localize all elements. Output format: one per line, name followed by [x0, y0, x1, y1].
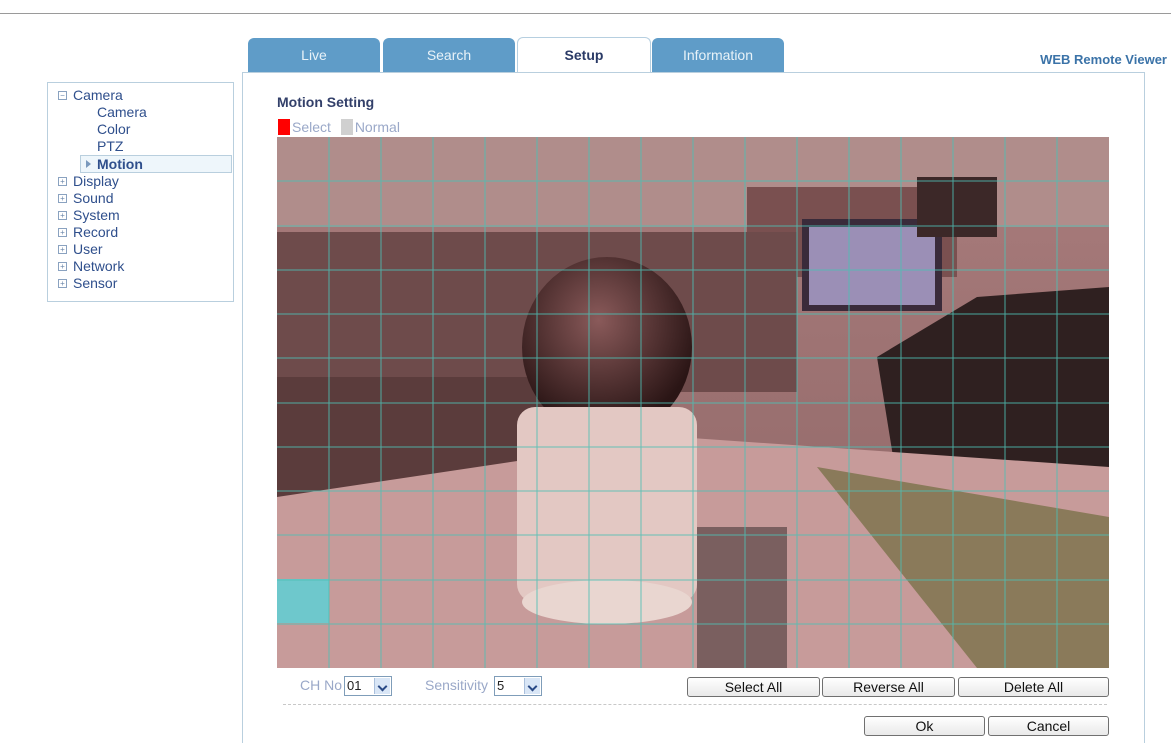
- tab-setup[interactable]: Setup: [517, 37, 651, 73]
- legend: Select Normal: [278, 119, 406, 135]
- select-all-button[interactable]: Select All: [687, 677, 820, 697]
- tab-live[interactable]: Live: [248, 38, 380, 72]
- divider: [283, 704, 1107, 705]
- sidebar-item-system[interactable]: + System: [48, 207, 233, 224]
- ch-label: CH No: [300, 677, 343, 693]
- sidebar-item-camera[interactable]: − Camera: [48, 87, 233, 104]
- sidebar-item-label: Sensor: [73, 275, 118, 291]
- sidebar-item-label: User: [73, 241, 103, 257]
- sidebar-item-label: System: [73, 207, 120, 223]
- expand-icon: +: [58, 177, 67, 186]
- motion-area-grid[interactable]: [277, 137, 1109, 668]
- sidebar-subitem-motion[interactable]: Motion: [80, 155, 232, 173]
- reverse-all-button[interactable]: Reverse All: [822, 677, 955, 697]
- sidebar-item-network[interactable]: + Network: [48, 258, 233, 275]
- normal-swatch: [340, 119, 353, 135]
- sidebar-item-sound[interactable]: + Sound: [48, 190, 233, 207]
- sidebar-item-user[interactable]: + User: [48, 241, 233, 258]
- expand-icon: +: [58, 194, 67, 203]
- sidebar-item-record[interactable]: + Record: [48, 224, 233, 241]
- ok-button[interactable]: Ok: [864, 716, 985, 736]
- sensitivity-value: 5: [497, 678, 505, 693]
- ch-select[interactable]: 01: [344, 676, 392, 696]
- ch-value: 01: [347, 678, 362, 693]
- page-title: Motion Setting: [277, 94, 375, 110]
- sidebar-subitem-ptz[interactable]: PTZ: [48, 138, 233, 155]
- delete-all-button[interactable]: Delete All: [958, 677, 1109, 697]
- sidebar-subitem-color[interactable]: Color: [48, 121, 233, 138]
- sidebar-item-label: Display: [73, 173, 119, 189]
- sidebar-menu: − Camera Camera Color PTZ Motion + Displa…: [48, 87, 233, 292]
- tab-information[interactable]: Information: [652, 38, 784, 72]
- collapse-icon: −: [58, 91, 67, 100]
- sensitivity-select[interactable]: 5: [494, 676, 542, 696]
- arrow-right-icon: [86, 160, 91, 168]
- sidebar-item-label: Sound: [73, 190, 114, 206]
- expand-icon: +: [58, 211, 67, 220]
- sensitivity-label: Sensitivity: [425, 677, 489, 693]
- sidebar: − Camera Camera Color PTZ Motion + Displa…: [47, 82, 234, 302]
- sidebar-item-label: Camera: [73, 87, 123, 103]
- selected-motion-cell: [277, 579, 329, 623]
- sidebar-subitem-camera[interactable]: Camera: [48, 104, 233, 121]
- legend-select-label: Select: [292, 119, 331, 135]
- sidebar-item-display[interactable]: + Display: [48, 173, 233, 190]
- expand-icon: +: [58, 262, 67, 271]
- chevron-down-icon: [374, 678, 390, 694]
- sidebar-item-sensor[interactable]: + Sensor: [48, 275, 233, 292]
- camera-preview[interactable]: [277, 137, 1109, 668]
- sidebar-item-label: Record: [73, 224, 119, 240]
- expand-icon: +: [58, 279, 67, 288]
- legend-normal-label: Normal: [354, 119, 400, 135]
- brand-title: WEB Remote Viewer: [1040, 52, 1167, 67]
- sidebar-subitem-label: Motion: [97, 156, 143, 172]
- top-divider: [0, 13, 1171, 14]
- cancel-button[interactable]: Cancel: [988, 716, 1109, 736]
- chevron-down-icon: [524, 678, 540, 694]
- expand-icon: +: [58, 228, 67, 237]
- sidebar-item-label: Network: [73, 258, 125, 274]
- expand-icon: +: [58, 245, 67, 254]
- tab-search[interactable]: Search: [383, 38, 515, 72]
- select-swatch: [278, 119, 290, 135]
